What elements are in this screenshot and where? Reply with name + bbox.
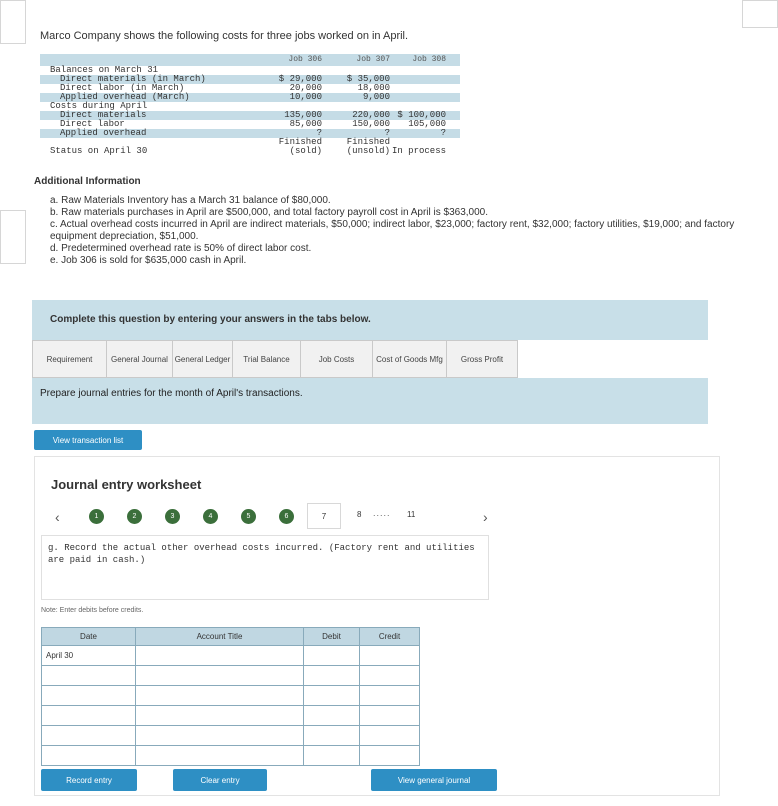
date-cell xyxy=(41,685,136,706)
job-cost-row-label: Status on April 30 xyxy=(50,146,148,156)
job-308-header: Job 308 xyxy=(412,55,446,64)
table-row xyxy=(41,705,420,726)
tab-trial-balance[interactable]: Trial Balance xyxy=(232,340,300,378)
entry-page-11[interactable]: 11 xyxy=(407,510,415,519)
date-cell xyxy=(41,665,136,686)
record-entry-button[interactable]: Record entry xyxy=(41,769,137,791)
requirement-tabs: Requirement General Journal General Ledger… xyxy=(32,340,518,378)
prepare-text: Prepare journal entries for the month of… xyxy=(40,388,303,399)
left-margin-box-mid xyxy=(0,210,26,264)
right-margin-box xyxy=(742,0,778,28)
account-title-input[interactable] xyxy=(135,645,304,666)
additional-info-list: a. Raw Materials Inventory has a March 3… xyxy=(50,195,740,267)
table-row xyxy=(41,685,420,706)
additional-info-title: Additional Information xyxy=(34,176,141,187)
job-306-value: 10,000 xyxy=(289,92,322,102)
debit-input[interactable] xyxy=(303,665,360,686)
job-307-header: Job 307 xyxy=(356,55,390,64)
list-item: a. Raw Materials Inventory has a March 3… xyxy=(50,195,331,206)
entry-page-2[interactable]: 2 xyxy=(127,509,142,524)
date-cell xyxy=(41,745,136,766)
credit-input[interactable] xyxy=(359,705,420,726)
job-cost-rows: Balances on March 31 Direct materials (in… xyxy=(40,66,460,156)
account-title-input[interactable] xyxy=(135,685,304,706)
problem-intro: Marco Company shows the following costs … xyxy=(40,30,409,42)
journal-entry-worksheet: Journal entry worksheet ‹ 1 2 3 4 5 6 7 … xyxy=(34,456,720,796)
tab-general-journal[interactable]: General Journal xyxy=(106,340,172,378)
credit-input[interactable] xyxy=(359,745,420,766)
date-cell xyxy=(41,705,136,726)
date-column-header: Date xyxy=(41,627,136,646)
job-cost-row-label: Applied overhead xyxy=(60,128,147,138)
date-cell: April 30 xyxy=(41,645,136,666)
entry-page-3[interactable]: 3 xyxy=(165,509,180,524)
clear-entry-button[interactable]: Clear entry xyxy=(173,769,267,791)
entry-page-5[interactable]: 5 xyxy=(241,509,256,524)
job-307-value: 150,000 xyxy=(352,119,390,129)
account-title-input[interactable] xyxy=(135,665,304,686)
job-306-value: 85,000 xyxy=(289,119,322,129)
job-307-value: 9,000 xyxy=(362,92,390,102)
tab-cost-of-goods-mfg[interactable]: Cost of Goods Mfg xyxy=(372,340,446,378)
journal-entry-table: Date Account Title Debit Credit April 30 xyxy=(41,627,420,766)
job-306-header: Job 306 xyxy=(288,55,322,64)
entry-page-4[interactable]: 4 xyxy=(203,509,218,524)
credit-input[interactable] xyxy=(359,645,420,666)
credit-input[interactable] xyxy=(359,685,420,706)
tab-gross-profit[interactable]: Gross Profit xyxy=(446,340,518,378)
job-cost-row: Status on April 30 (sold) (unsold) In proce… xyxy=(40,147,460,156)
account-title-input[interactable] xyxy=(135,705,304,726)
debit-input[interactable] xyxy=(303,645,360,666)
job-cost-table: Job 306 Job 307 Job 308 Balances on Marc… xyxy=(40,54,460,156)
debit-input[interactable] xyxy=(303,685,360,706)
table-row: April 30 xyxy=(41,645,420,666)
left-margin-box-top xyxy=(0,0,26,44)
prepare-panel: Prepare journal entries for the month of… xyxy=(32,378,708,424)
list-item: b. Raw materials purchases in April are … xyxy=(50,207,489,218)
debit-input[interactable] xyxy=(303,745,360,766)
list-item: e. Job 306 is sold for $635,000 cash in … xyxy=(50,255,247,266)
tab-general-ledger[interactable]: General Ledger xyxy=(172,340,232,378)
job-307-value: (unsold) xyxy=(346,146,390,156)
entry-page-current[interactable]: 7 xyxy=(307,503,341,529)
job-cost-row: Applied overhead??? xyxy=(40,129,460,138)
table-row xyxy=(41,745,420,766)
debit-column-header: Debit xyxy=(303,627,360,646)
list-item: d. Predetermined overhead rate is 50% of… xyxy=(50,243,312,254)
instructions-panel: Complete this question by entering your … xyxy=(32,300,708,340)
job-308-value: In process xyxy=(391,146,446,156)
entry-note: Note: Enter debits before credits. xyxy=(41,607,144,614)
debit-input[interactable] xyxy=(303,725,360,746)
chevron-left-icon[interactable]: ‹ xyxy=(55,509,60,525)
account-title-input[interactable] xyxy=(135,745,304,766)
entry-page-6[interactable]: 6 xyxy=(279,509,294,524)
chevron-right-icon[interactable]: › xyxy=(483,509,488,525)
view-transaction-list-button[interactable]: View transaction list xyxy=(34,430,142,450)
table-row xyxy=(41,665,420,686)
entry-question: g. Record the actual other overhead cost… xyxy=(41,535,489,600)
account-title-input[interactable] xyxy=(135,725,304,746)
credit-input[interactable] xyxy=(359,665,420,686)
date-cell xyxy=(41,725,136,746)
credit-column-header: Credit xyxy=(359,627,420,646)
job-306-value: (sold) xyxy=(289,146,322,156)
view-general-journal-button[interactable]: View general journal xyxy=(371,769,497,791)
job-308-value: ? xyxy=(440,128,446,138)
tab-requirement[interactable]: Requirement xyxy=(32,340,106,378)
instructions-text: Complete this question by entering your … xyxy=(50,314,371,325)
entry-page-8[interactable]: 8 xyxy=(357,510,361,519)
list-item: c. Actual overhead costs incurred in Apr… xyxy=(50,219,735,242)
credit-input[interactable] xyxy=(359,725,420,746)
table-row xyxy=(41,725,420,746)
debit-input[interactable] xyxy=(303,705,360,726)
worksheet-title: Journal entry worksheet xyxy=(51,477,202,492)
entry-page-1[interactable]: 1 xyxy=(89,509,104,524)
account-title-column-header: Account Title xyxy=(135,627,304,646)
entry-navigation: ‹ 1 2 3 4 5 6 7 8 ..... 11 › xyxy=(49,503,699,531)
tab-job-costs[interactable]: Job Costs xyxy=(300,340,372,378)
job-308-value: 105,000 xyxy=(408,119,446,129)
entry-page-ellipsis: ..... xyxy=(373,508,391,518)
